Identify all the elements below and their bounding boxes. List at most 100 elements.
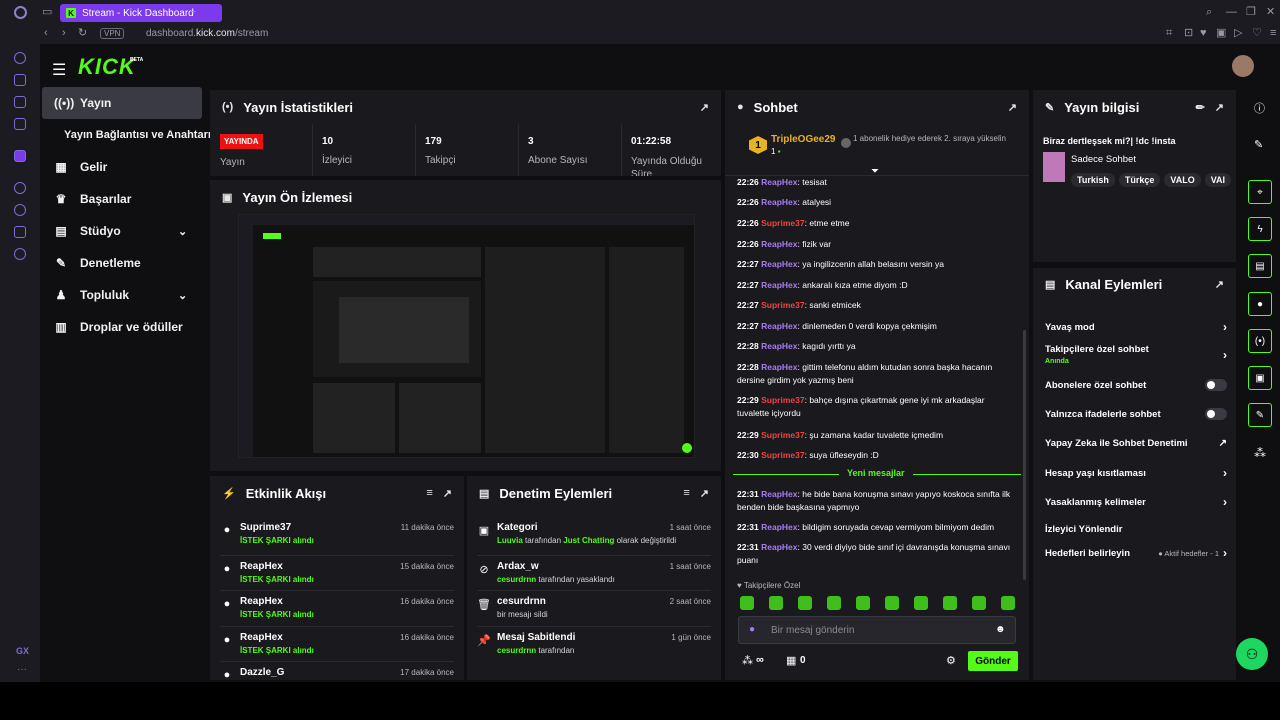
sidebar-item-revenue[interactable]: ▦ Gelir [42, 151, 202, 183]
tag[interactable]: VAI [1204, 173, 1232, 187]
chat-username[interactable]: Suprime37 [761, 430, 804, 440]
gamepad-icon[interactable] [14, 96, 26, 108]
toggle-switch[interactable] [1205, 379, 1227, 391]
chat-username[interactable]: ReapHex [761, 177, 797, 187]
url-field[interactable]: dashboard.kick.com/stream [146, 28, 268, 39]
emote-button[interactable] [972, 596, 986, 610]
rail-wrench-button[interactable]: ✎ [1248, 403, 1272, 427]
reload-icon[interactable]: ↻ [78, 28, 87, 39]
tabs-icon[interactable]: ▭ [42, 7, 52, 18]
more-icon[interactable]: ··· [17, 664, 27, 675]
info-icon[interactable]: ⓘ [1254, 100, 1265, 116]
sidebar-item-studio[interactable]: ▤ Stüdyo ⌄ [42, 215, 202, 247]
chat-username[interactable]: Suprime37 [761, 300, 804, 310]
channel-action-item[interactable]: Hedefleri belirleyin ● Aktif hedefler - 1… [1045, 542, 1227, 564]
mic-icon[interactable]: ● [749, 624, 755, 635]
community-icon[interactable]: ⁂ [1254, 446, 1266, 460]
tag[interactable]: Turkish [1071, 173, 1115, 187]
channel-action-item[interactable]: Abonelere özel sohbet [1045, 374, 1227, 396]
support-button[interactable]: ⚇ [1236, 638, 1268, 670]
channel-action-item[interactable]: Yavaş mod › [1045, 316, 1227, 338]
back-icon[interactable]: ‹ [44, 28, 48, 39]
browser-tab[interactable]: K Stream - Kick Dashboard [60, 4, 222, 22]
filter-icon[interactable]: ≡ [683, 487, 689, 499]
rail-lightning-button[interactable]: ϟ [1248, 217, 1272, 241]
emote-button[interactable] [914, 596, 928, 610]
menu-lines-icon[interactable]: ≡ [1270, 28, 1276, 39]
chat-username[interactable]: Suprime37 [761, 218, 804, 228]
send-button[interactable]: Gönder [968, 651, 1018, 671]
popout-icon[interactable]: ↗ [1008, 101, 1017, 114]
emoji-icon[interactable]: ☻ [995, 624, 1006, 635]
minimize-icon[interactable]: — [1226, 7, 1237, 18]
chat-username[interactable]: ReapHex [761, 542, 797, 552]
channel-action-item[interactable]: Hesap yaşı kısıtlaması › [1045, 462, 1227, 484]
gx-icon[interactable]: GX [16, 646, 29, 656]
popout-icon[interactable]: ↗ [700, 487, 709, 500]
chat-input[interactable]: ● Bir mesaj gönderin ☻ [738, 616, 1016, 644]
popout-icon[interactable]: ↗ [700, 101, 709, 114]
chat-scrollbar[interactable] [1023, 330, 1026, 580]
popout-icon[interactable]: ↗ [443, 487, 452, 500]
chat-username[interactable]: ReapHex [761, 489, 797, 499]
emote-button[interactable] [740, 596, 754, 610]
avatar[interactable] [1232, 55, 1254, 77]
emote-button[interactable] [798, 596, 812, 610]
shield-icon[interactable]: ▣ [1216, 28, 1226, 39]
pin-icon[interactable]: ⊡ [1184, 28, 1193, 39]
cube-icon[interactable] [14, 226, 26, 238]
channel-action-item[interactable]: Yasaklanmış kelimeler › [1045, 491, 1227, 513]
sidebar-item-moderation[interactable]: ✎ Denetleme [42, 247, 202, 279]
stream-preview-video[interactable] [238, 214, 695, 458]
tag[interactable]: Türkçe [1118, 173, 1161, 187]
toggle-switch[interactable] [1205, 408, 1227, 420]
vpn-badge[interactable]: VPN [100, 28, 125, 39]
store-icon[interactable]: ▦ [786, 654, 796, 667]
rail-chat-button[interactable]: ● [1248, 292, 1272, 316]
sidebar-item-stream[interactable]: ((•)) Yayın [42, 87, 202, 119]
emote-button[interactable] [885, 596, 899, 610]
chat-username[interactable]: ReapHex [761, 362, 797, 372]
chat-username[interactable]: ReapHex [761, 197, 797, 207]
chat-username[interactable]: ReapHex [761, 341, 797, 351]
emote-button[interactable] [856, 596, 870, 610]
play-icon[interactable]: ▷ [1234, 28, 1242, 39]
sidebar-item-community[interactable]: ♟ Topluluk ⌄ [42, 279, 202, 311]
rail-list-button[interactable]: ▣ [1248, 366, 1272, 390]
bookmark-icon[interactable]: ♥ [1200, 28, 1207, 39]
points-icon[interactable]: ⁂ [742, 654, 753, 667]
ai-icon[interactable] [14, 52, 26, 64]
rail-target-button[interactable]: ⌖ [1248, 180, 1272, 204]
tag[interactable]: VALO [1164, 173, 1201, 187]
maximize-icon[interactable]: ❐ [1246, 7, 1256, 18]
chat-username[interactable]: ReapHex [761, 321, 797, 331]
channel-action-item[interactable]: Takipçilere özel sohbet Anında › [1045, 344, 1227, 366]
close-window-icon[interactable]: ✕ [1266, 7, 1275, 18]
pencil-icon[interactable]: ✎ [1254, 138, 1263, 151]
chat-username[interactable]: ReapHex [761, 522, 797, 532]
emote-button[interactable] [943, 596, 957, 610]
chat-username[interactable]: Suprime37 [761, 395, 804, 405]
bag-icon[interactable] [14, 74, 26, 86]
sidebar-item-stream-key[interactable]: Yayın Bağlantısı ve Anahtarı [52, 119, 212, 151]
twitch-icon[interactable] [14, 150, 26, 162]
channel-action-item[interactable]: İzleyici Yönlendir [1045, 518, 1227, 540]
settings-icon[interactable] [14, 248, 26, 260]
new-tab-icon[interactable]: + [190, 7, 196, 18]
chat-username[interactable]: Suprime37 [761, 450, 804, 460]
filter-icon[interactable]: ≡ [426, 487, 432, 499]
chat-username[interactable]: ReapHex [761, 280, 797, 290]
emote-button[interactable] [1001, 596, 1015, 610]
emote-button[interactable] [827, 596, 841, 610]
player-icon[interactable] [14, 182, 26, 194]
search-tabs-icon[interactable]: ⌕ [1206, 7, 1212, 18]
kick-logo[interactable]: KICK [78, 54, 136, 80]
chat-username[interactable]: ReapHex [761, 239, 797, 249]
channel-action-item[interactable]: Yapay Zeka ile Sohbet Denetimi ↗ [1045, 432, 1227, 454]
hamburger-icon[interactable]: ☰ [52, 60, 66, 80]
mail-icon[interactable] [14, 118, 26, 130]
sidebar-item-achievements[interactable]: ♛ Başarılar [42, 183, 202, 215]
top-gifter-name[interactable]: TripleOGee29 [771, 134, 835, 145]
heart-icon[interactable]: ♡ [1252, 28, 1262, 39]
forward-icon[interactable]: › [62, 28, 66, 39]
